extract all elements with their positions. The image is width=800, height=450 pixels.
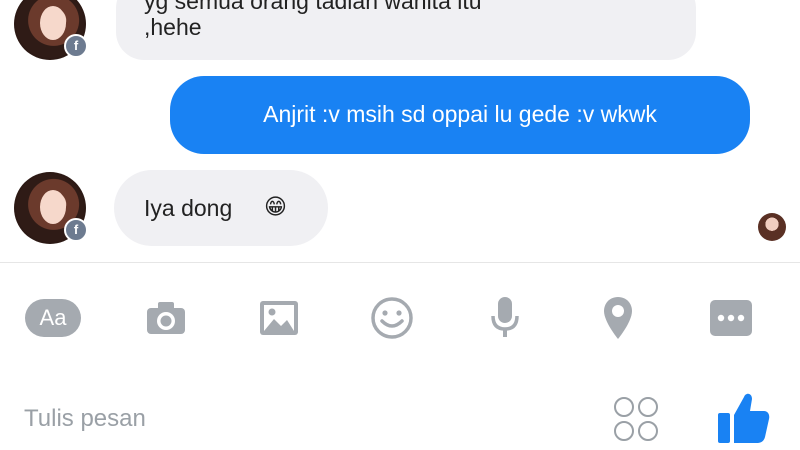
text-format-button[interactable]: Aa — [25, 290, 81, 346]
facebook-badge-icon: f — [64, 34, 88, 58]
location-button[interactable] — [590, 290, 646, 346]
more-icon — [710, 300, 752, 336]
camera-button[interactable] — [138, 290, 194, 346]
message-bubble-outgoing[interactable]: Anjrit :v msih sd oppai lu gede :v wkwk — [170, 76, 750, 154]
grin-emoji-icon: 😁 — [264, 194, 287, 219]
conversation-view: f yg semua orang tadian wanita itu ,hehe… — [0, 0, 800, 262]
more-options-button[interactable] — [703, 290, 759, 346]
message-bubble-incoming[interactable]: Iya dong 😁 — [114, 170, 328, 246]
contact-avatar[interactable]: f — [14, 172, 88, 244]
composer-row: Tulis pesan — [0, 375, 800, 445]
message-input[interactable]: Tulis pesan — [24, 405, 146, 433]
contact-avatar[interactable]: f — [14, 0, 88, 60]
read-receipt-avatar — [758, 213, 786, 241]
gallery-button[interactable] — [251, 290, 307, 346]
voice-message-button[interactable] — [477, 290, 533, 346]
message-text: Anjrit :v msih sd oppai lu gede :v wkwk — [263, 101, 657, 127]
message-line: yg semua orang tadian wanita itu — [144, 0, 482, 14]
message-line: ,hehe — [144, 14, 202, 40]
sticker-grid-icon[interactable] — [612, 395, 662, 445]
avatar-photo — [40, 6, 66, 40]
gallery-icon — [260, 301, 298, 335]
smiley-icon — [371, 297, 413, 339]
message-text: Iya dong — [144, 195, 233, 221]
like-button[interactable] — [712, 387, 772, 445]
aa-icon: Aa — [25, 299, 81, 337]
avatar-photo — [40, 190, 66, 224]
camera-icon — [147, 302, 185, 334]
aa-label: Aa — [39, 305, 67, 330]
mic-icon — [491, 297, 519, 337]
composer-toolbar: Aa — [0, 278, 800, 358]
divider — [0, 262, 800, 263]
thumbs-up-icon — [718, 393, 770, 443]
facebook-badge-icon: f — [64, 218, 88, 242]
location-icon — [604, 297, 632, 339]
emoji-button[interactable] — [364, 290, 420, 346]
message-bubble-incoming[interactable]: yg semua orang tadian wanita itu ,hehe — [116, 0, 696, 60]
